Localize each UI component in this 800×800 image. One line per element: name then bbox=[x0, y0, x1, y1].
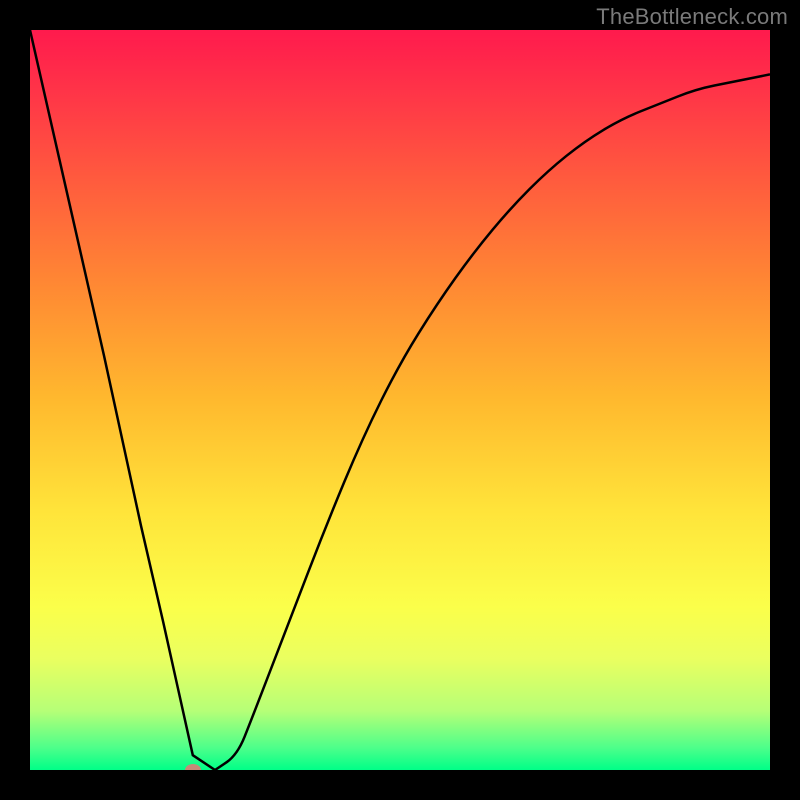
watermark-text: TheBottleneck.com bbox=[596, 4, 788, 30]
chart-frame: TheBottleneck.com bbox=[0, 0, 800, 800]
plot-area bbox=[30, 30, 770, 770]
minimum-marker bbox=[185, 764, 201, 770]
curve-svg bbox=[30, 30, 770, 770]
curve-path bbox=[30, 30, 770, 770]
